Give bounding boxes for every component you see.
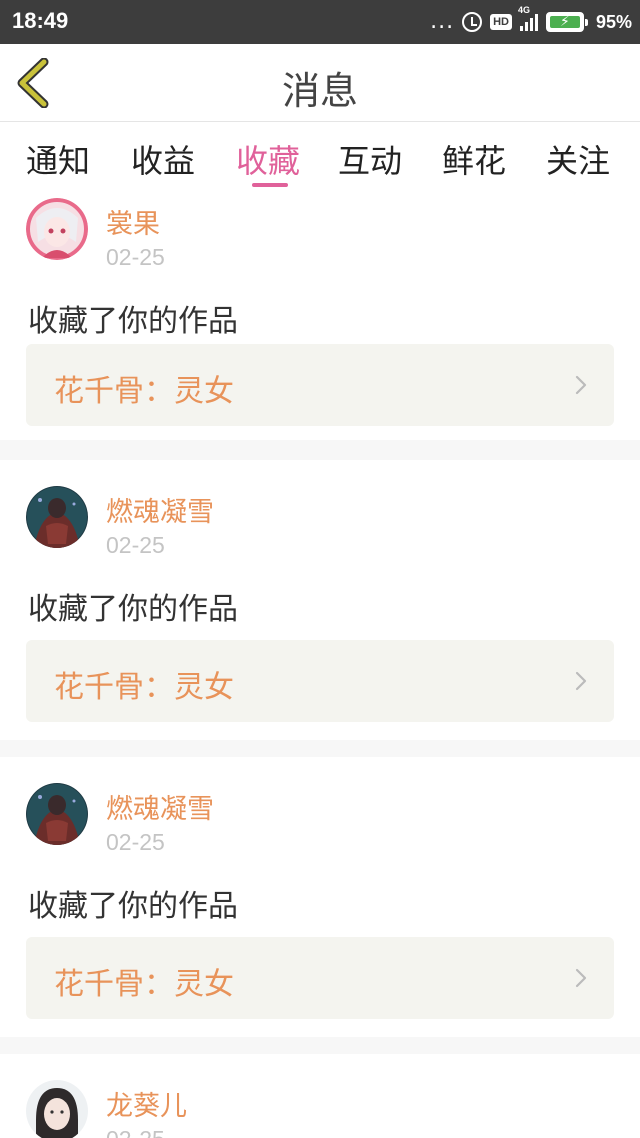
more-dots-icon: ... — [430, 9, 455, 34]
message-card: 裳果 02-25 收藏了你的作品 花千骨：灵女 — [0, 190, 640, 440]
message-date: 02-25 — [106, 244, 165, 270]
battery-charging-icon: ⚡ — [545, 12, 588, 32]
signal-icon: 4G — [518, 5, 538, 31]
active-tab-indicator — [252, 183, 288, 187]
network-type: 4G — [517, 5, 530, 15]
page-title: 消息 — [281, 69, 358, 113]
work-link[interactable]: 花千骨：灵女 — [26, 640, 614, 722]
hd-icon: HD — [490, 14, 512, 30]
tab-interactions[interactable]: 互动 — [338, 136, 402, 182]
status-icons: ... HD 4G ⚡ 95% — [430, 5, 632, 35]
tab-flowers[interactable]: 鲜花 — [442, 136, 506, 182]
battery-percent: 95% — [595, 11, 632, 32]
username[interactable]: 燃魂凝雪 — [106, 787, 214, 826]
message-date: 02-25 — [106, 1126, 165, 1138]
alarm-icon — [462, 12, 483, 32]
avatar[interactable] — [26, 783, 88, 845]
status-time: 18:49 — [12, 8, 69, 33]
message-card: 龙葵儿 02-25 — [0, 1054, 640, 1138]
username[interactable]: 燃魂凝雪 — [106, 490, 214, 529]
chevron-right-icon — [575, 375, 587, 395]
work-link[interactable]: 花千骨：灵女 — [26, 344, 614, 426]
message-action: 收藏了你的作品 — [28, 592, 238, 627]
username[interactable]: 裳果 — [106, 202, 160, 241]
work-title: 花千骨：灵女 — [54, 967, 234, 1002]
work-title: 花千骨：灵女 — [54, 374, 234, 409]
message-action: 收藏了你的作品 — [28, 889, 238, 924]
avatar[interactable] — [26, 1080, 88, 1138]
tab-follows[interactable]: 关注 — [546, 136, 610, 182]
work-title: 花千骨：灵女 — [54, 670, 234, 705]
tab-bar: 通知 收益 收藏 互动 鲜花 关注 — [0, 122, 640, 190]
work-link[interactable]: 花千骨：灵女 — [26, 937, 614, 1019]
app-header: 消息 — [0, 44, 640, 122]
avatar[interactable] — [26, 486, 88, 548]
avatar[interactable] — [26, 198, 88, 260]
tab-notifications[interactable]: 通知 — [26, 136, 90, 182]
message-card: 燃魂凝雪 02-25 收藏了你的作品 花千骨：灵女 — [0, 757, 640, 1037]
username[interactable]: 龙葵儿 — [106, 1084, 187, 1123]
message-action: 收藏了你的作品 — [28, 304, 238, 339]
chevron-right-icon — [575, 968, 587, 988]
status-bar: 18:49 ... HD 4G ⚡ 95% — [0, 0, 640, 44]
tab-favorites[interactable]: 收藏 — [236, 136, 300, 182]
message-card: 燃魂凝雪 02-25 收藏了你的作品 花千骨：灵女 — [0, 460, 640, 740]
message-date: 02-25 — [106, 829, 165, 855]
message-date: 02-25 — [106, 532, 165, 558]
tab-earnings[interactable]: 收益 — [131, 136, 195, 182]
message-feed[interactable]: 裳果 02-25 收藏了你的作品 花千骨：灵女 燃魂凝雪 02-25 收藏了你的… — [0, 190, 640, 1138]
chevron-right-icon — [575, 671, 587, 691]
